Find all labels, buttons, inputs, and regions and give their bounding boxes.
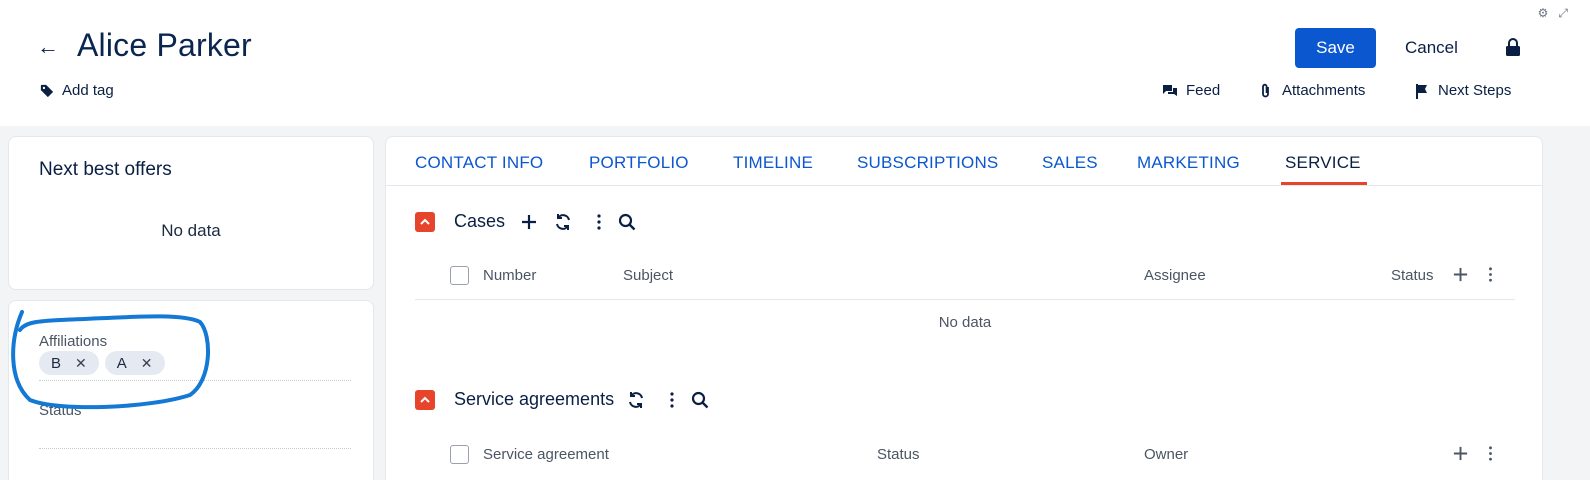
tab-subscriptions[interactable]: SUBSCRIPTIONS <box>857 153 998 173</box>
more-vertical-icon[interactable] <box>1482 445 1499 462</box>
cases-no-data: No data <box>938 314 992 331</box>
column-assignee[interactable]: Assignee <box>1144 267 1206 284</box>
column-owner[interactable]: Owner <box>1144 446 1188 463</box>
window-controls: ⚙ ⤢ <box>1538 6 1568 21</box>
service-agreements-header: Service agreements <box>415 389 709 410</box>
attachments-label: Attachments <box>1282 82 1366 99</box>
plus-icon[interactable] <box>1452 266 1469 283</box>
affiliations-divider <box>39 380 351 381</box>
feed-label: Feed <box>1186 82 1221 99</box>
affiliations-chips[interactable]: B ✕ A ✕ <box>39 351 165 375</box>
chip-label: B <box>51 354 62 372</box>
tab-marketing[interactable]: MARKETING <box>1137 153 1240 173</box>
select-all-agreements-checkbox[interactable] <box>450 445 469 464</box>
page-title: Alice Parker <box>77 27 252 63</box>
column-status[interactable]: Status <box>877 446 920 463</box>
cases-header: Cases <box>415 211 636 232</box>
affiliations-label: Affiliations <box>39 333 108 350</box>
column-service-agreement[interactable]: Service agreement <box>483 446 609 463</box>
refresh-icon[interactable] <box>627 391 645 409</box>
cases-title: Cases <box>454 211 506 231</box>
paperclip-icon <box>1262 83 1269 97</box>
cancel-button[interactable]: Cancel <box>1395 28 1468 68</box>
affiliation-chip[interactable]: B ✕ <box>39 351 99 375</box>
tab-contact-info[interactable]: CONTACT INFO <box>415 153 543 173</box>
next-best-offers-title: Next best offers <box>39 159 172 180</box>
select-all-cases-checkbox[interactable] <box>450 266 469 285</box>
back-arrow-icon[interactable]: ← <box>37 34 59 60</box>
chevron-up-icon[interactable] <box>415 389 435 410</box>
active-tab-indicator <box>1281 182 1367 185</box>
search-icon[interactable] <box>691 391 709 409</box>
status-field[interactable] <box>39 448 351 449</box>
lock-icon[interactable] <box>1505 38 1521 56</box>
next-steps-label: Next Steps <box>1438 82 1512 99</box>
plus-icon[interactable] <box>1452 445 1469 462</box>
feed-button[interactable]: Feed <box>1162 82 1220 99</box>
add-tag-label: Add tag <box>62 82 114 99</box>
column-status[interactable]: Status <box>1391 267 1434 284</box>
service-panel: CONTACT INFO PORTFOLIO TIMELINE SUBSCRIP… <box>385 136 1543 480</box>
save-button[interactable]: Save <box>1295 28 1376 68</box>
tab-sales[interactable]: SALES <box>1042 153 1098 173</box>
settings-icon[interactable]: ⚙ <box>1538 6 1549 21</box>
flag-icon <box>1416 83 1427 99</box>
close-icon[interactable]: ✕ <box>75 355 87 372</box>
tab-portfolio[interactable]: PORTFOLIO <box>589 153 689 173</box>
plus-icon[interactable] <box>520 213 538 231</box>
table-divider <box>415 299 1515 300</box>
tag-icon <box>40 84 54 97</box>
more-vertical-icon[interactable] <box>1482 266 1499 283</box>
add-tag-button[interactable]: Add tag <box>40 82 114 99</box>
service-agreements-title: Service agreements <box>454 389 615 409</box>
next-best-offers-card: Next best offers No data <box>8 136 374 290</box>
affiliation-chip[interactable]: A ✕ <box>104 351 165 375</box>
status-label: Status <box>39 402 82 419</box>
next-steps-button[interactable]: Next Steps <box>1414 82 1511 99</box>
no-data-text: No data <box>161 221 221 240</box>
chip-label: A <box>116 354 127 372</box>
search-icon[interactable] <box>618 213 636 231</box>
more-vertical-icon[interactable] <box>590 213 608 231</box>
refresh-icon[interactable] <box>554 213 572 231</box>
attachments-button[interactable]: Attachments <box>1258 82 1365 99</box>
expand-icon[interactable]: ⤢ <box>1558 6 1568 21</box>
tab-timeline[interactable]: TIMELINE <box>733 153 813 173</box>
more-vertical-icon[interactable] <box>663 391 681 409</box>
tab-service[interactable]: SERVICE <box>1285 153 1361 173</box>
affiliations-card: Affiliations B ✕ A ✕ Status <box>8 300 374 480</box>
column-subject[interactable]: Subject <box>623 267 673 284</box>
feed-icon <box>1163 84 1177 96</box>
record-header: ⚙ ⤢ ← Alice Parker Add tag Save Cancel F… <box>0 0 1590 126</box>
tab-bar: CONTACT INFO PORTFOLIO TIMELINE SUBSCRIP… <box>386 137 1542 186</box>
column-number[interactable]: Number <box>483 267 536 284</box>
close-icon[interactable]: ✕ <box>141 355 153 372</box>
chevron-up-icon[interactable] <box>415 211 435 232</box>
